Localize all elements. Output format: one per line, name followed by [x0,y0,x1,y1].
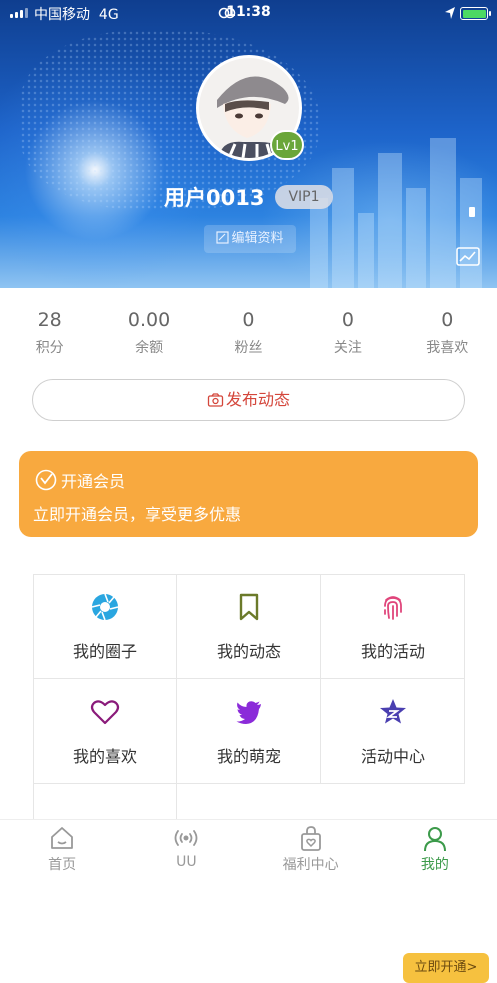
menu-item-label: 我的喜欢 [72,747,137,766]
stat-label: 余额 [135,340,164,356]
twitter-bird-icon [236,701,261,724]
location-icon [445,7,455,19]
star-badge-icon [380,699,406,724]
stat-likes[interactable]: 0 我喜欢 [398,306,497,366]
menu-item-partial[interactable] [33,784,177,832]
stat-value: 28 [37,309,62,331]
stat-value: 0 [341,309,354,331]
stat-label: 粉丝 [234,340,263,356]
membership-title: 开通会员 [35,468,125,492]
stat-fans[interactable]: 0 粉丝 [199,306,298,366]
clock: 11:38 [226,4,271,20]
stat-balance[interactable]: 0.00 余额 [99,306,198,366]
menu-item-label: 我的圈子 [72,642,137,661]
menu-item-label: 我的萌宠 [216,747,281,766]
tab-label: 我的 [420,857,449,873]
stat-label: 我喜欢 [426,340,469,356]
publish-post-button[interactable]: 发布动态 [32,379,465,421]
bottom-tab-bar: 首页 UU 福利中心 我的 [0,819,497,883]
level-badge: Lv1 [270,130,304,160]
tab-label: 福利中心 [282,857,339,873]
open-membership-button[interactable]: 立即开通> [403,953,489,983]
stat-points[interactable]: 28 积分 [0,306,99,366]
menu-item-my-likes[interactable]: 我的喜欢 [33,679,177,784]
tab-label: UU [176,854,197,870]
heart-icon [90,700,120,725]
membership-subtitle: 立即开通会员，享受更多优惠 [33,505,242,524]
home-icon [51,827,74,849]
stat-value: 0 [242,309,255,331]
aperture-icon [91,593,119,621]
tab-home[interactable]: 首页 [0,820,124,883]
gift-bag-icon [300,826,321,851]
camera-icon [207,393,224,407]
membership-card[interactable]: 开通会员 立即开通会员，享受更多优惠 立即开通> [19,451,489,983]
edit-profile-button[interactable]: 编辑资料 [204,225,296,253]
scroll-indicator [469,207,475,217]
bookmark-icon [239,593,259,621]
menu-item-my-activities[interactable]: 我的活动 [321,574,465,679]
profile-header: 中国移动 4G 11:38 Lv1 用户0013 VIP1 编辑资料 [0,0,497,288]
fingerprint-icon [384,596,402,620]
stat-label: 关注 [333,340,362,356]
tab-uu[interactable]: UU [124,820,248,883]
tab-welfare-center[interactable]: 福利中心 [249,820,373,883]
stat-following[interactable]: 0 关注 [298,306,397,366]
menu-item-label: 我的活动 [360,642,425,661]
broadcast-icon [174,830,198,846]
menu-item-my-pets[interactable]: 我的萌宠 [177,679,321,784]
menu-item-label: 我的动态 [216,642,281,661]
stat-value: 0.00 [127,309,171,331]
chart-icon[interactable] [456,245,482,269]
stat-label: 积分 [35,340,64,356]
menu-item-my-circle[interactable]: 我的圈子 [33,574,177,679]
tab-label: 首页 [48,857,77,873]
vip-badge[interactable]: VIP1 [275,185,333,209]
username: 用户0013 [164,186,265,210]
stats-row: 28 积分 0.00 余额 0 粉丝 0 关注 0 我喜欢 [0,306,497,366]
edit-icon [216,231,230,244]
menu-item-my-posts[interactable]: 我的动态 [177,574,321,679]
vip-check-icon [35,469,57,491]
stat-value: 0 [441,309,454,331]
menu-item-label: 活动中心 [360,747,425,766]
tab-mine[interactable]: 我的 [373,820,497,883]
user-icon [423,827,446,852]
menu-item-activity-center[interactable]: 活动中心 [321,679,465,784]
battery-charging-icon [460,7,491,20]
status-bar: 中国移动 4G 11:38 [0,0,497,26]
